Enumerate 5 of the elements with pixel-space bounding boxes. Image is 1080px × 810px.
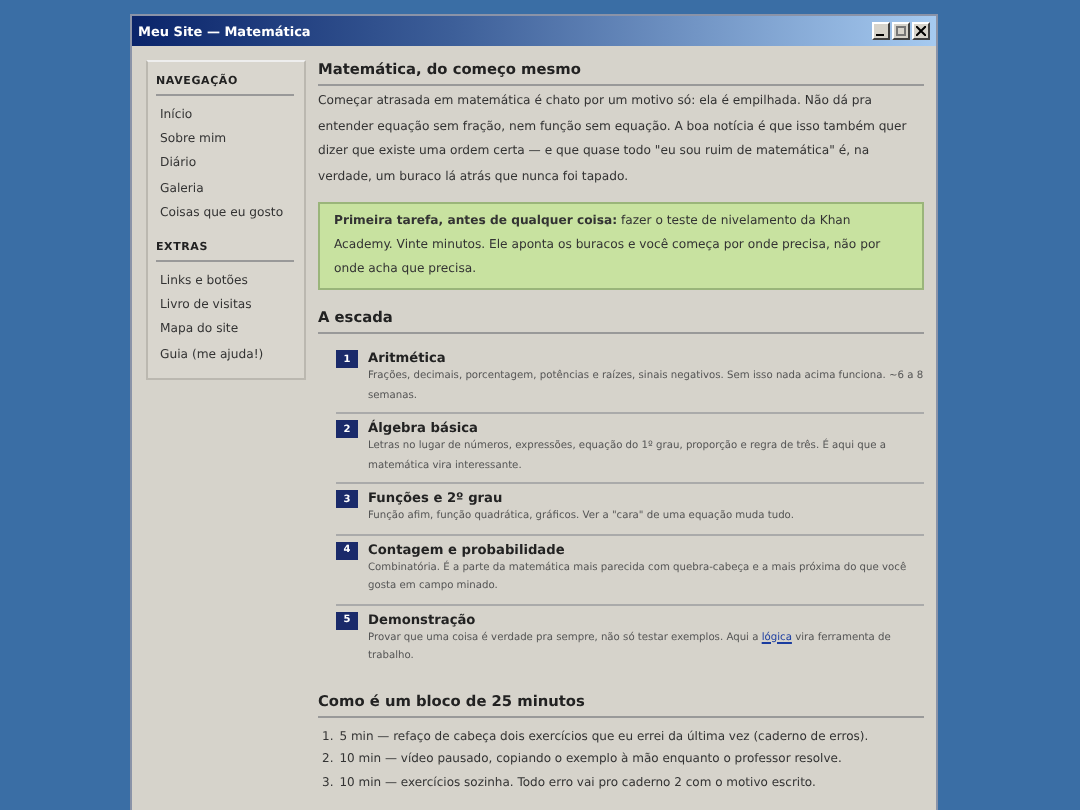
maximize-button[interactable] [892,22,910,40]
close-icon [916,26,926,36]
maximize-icon [896,26,906,36]
minimize-button[interactable] [872,22,890,40]
close-button[interactable] [912,22,930,40]
